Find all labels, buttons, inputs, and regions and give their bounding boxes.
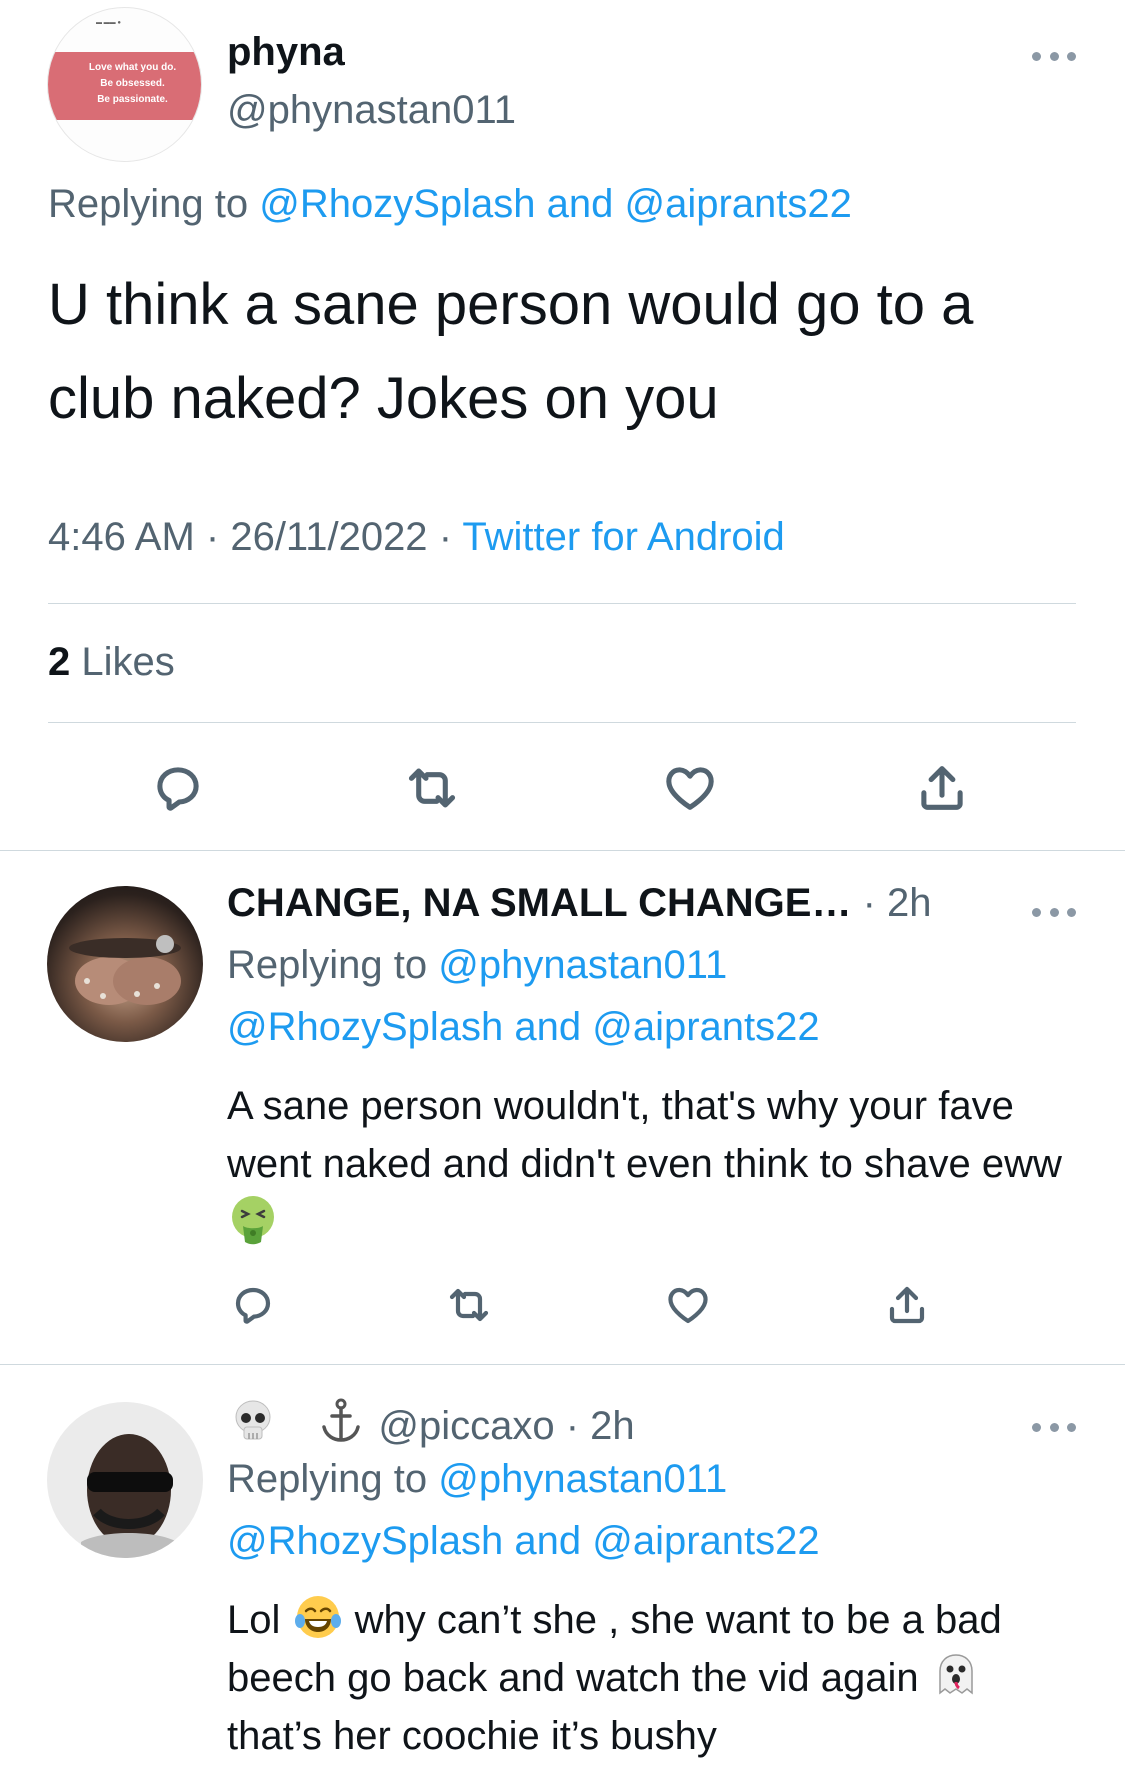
reply-icon[interactable] [221,1273,285,1337]
avatar-man-sunglasses-image [81,1434,177,1558]
skull-icon [235,1400,271,1440]
tweet-source[interactable]: Twitter for Android [462,515,784,559]
nauseated-face-icon [232,1196,274,1245]
more-icon[interactable] [1032,50,1076,62]
more-icon[interactable] [1032,906,1076,918]
divider [48,603,1076,604]
more-icon[interactable] [1032,1421,1076,1433]
meta-separator: · [565,1404,591,1448]
ghost-icon [938,1654,973,1695]
anchor-icon [322,1398,360,1442]
display-name[interactable]: CHANGE, NA SMALL CHANGE… [227,881,851,925]
avatar[interactable] [47,1402,203,1558]
reply-header: CHANGE, NA SMALL CHANGE… · 2h [227,881,932,926]
tweet-meta: 4:46 AM · 26/11/2022 · Twitter for Andro… [48,515,785,560]
divider [48,722,1076,723]
reply-time[interactable]: 2h [590,1404,635,1448]
tweet-text: U think a sane person would go to a club… [48,272,974,431]
user-handle[interactable]: @piccaxo [378,1404,554,1448]
reply-tweet[interactable]: @piccaxo · 2h Replying to @phynastan011 … [0,1365,1125,1790]
replying-to-link[interactable]: @phynastan011 [438,1457,727,1501]
replying-to-link[interactable]: @RhozySplash and @aiprants22 [259,182,852,226]
likes-count[interactable]: 2 Likes [48,640,175,685]
like-icon[interactable] [656,1273,720,1337]
reply-time[interactable]: 2h [887,881,932,925]
main-tweet: ▬ ▬▬ ● Love what you do. Be obsessed. Be… [0,0,1125,850]
tweet-time[interactable]: 4:46 AM [48,515,195,559]
meta-separator: · [438,515,463,559]
replying-to-link[interactable]: @RhozySplash and @aiprants22 [227,1519,820,1564]
reply-text: Lol why can’t she , she want to be a bad… [227,1591,1087,1765]
tears-of-joy-icon [294,1596,341,1638]
share-icon[interactable] [875,1273,939,1337]
replying-to: Replying to @phynastan011 [227,1457,728,1501]
replying-to: Replying to @RhozySplash and @aiprants22 [48,182,852,226]
reply-header: @piccaxo · 2h [227,1395,635,1449]
share-icon[interactable] [910,756,974,820]
retweet-icon[interactable] [400,756,464,820]
reply-tweet[interactable]: CHANGE, NA SMALL CHANGE… · 2h Replying t… [0,851,1125,1365]
avatar-header-icon: ▬ ▬▬ ● [96,20,121,26]
retweet-icon[interactable] [437,1273,501,1337]
display-name[interactable]: phyna [227,30,345,75]
avatar[interactable]: ▬ ▬▬ ● Love what you do. Be obsessed. Be… [47,7,202,162]
avatar-quote-card: Love what you do. Be obsessed. Be passio… [48,52,201,120]
replying-to-link[interactable]: @RhozySplash and @aiprants22 [227,1005,820,1050]
replying-to: Replying to @phynastan011 [227,943,728,987]
avatar[interactable] [47,886,203,1042]
avatar-hands-image [69,935,181,1005]
meta-separator: · [862,881,888,925]
meta-separator: · [205,515,231,559]
like-icon[interactable] [658,756,722,820]
replying-to-link[interactable]: @phynastan011 [438,943,727,987]
user-handle[interactable]: @phynastan011 [227,88,516,133]
tweet-date[interactable]: 26/11/2022 [230,515,427,559]
reply-text: A sane person wouldn't, that's why your … [227,1077,1087,1251]
reply-icon[interactable] [146,756,210,820]
